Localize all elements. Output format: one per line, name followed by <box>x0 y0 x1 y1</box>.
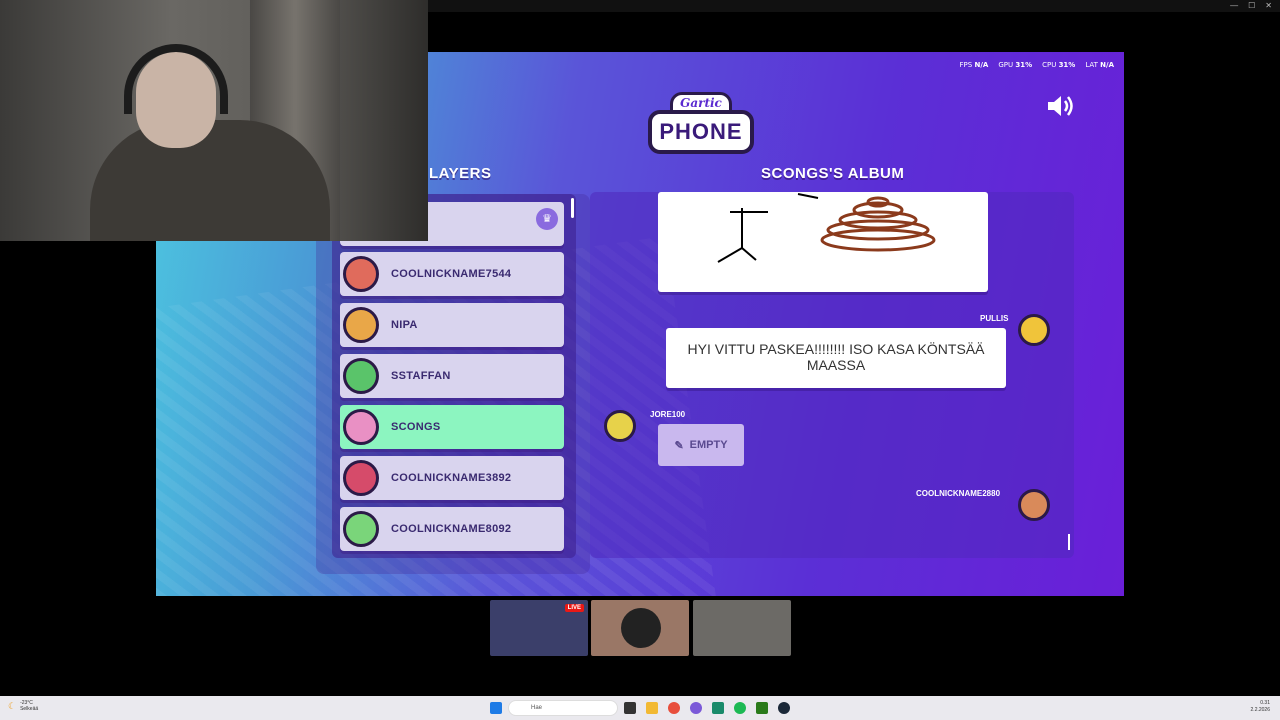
album-panel[interactable]: PULLIS HYI VITTU PASKEA!!!!!!!! ISO KASA… <box>590 192 1074 558</box>
player-name: NIPA <box>391 319 418 331</box>
message-bubble: HYI VITTU PASKEA!!!!!!!! ISO KASA KÖNTSÄ… <box>666 328 1006 388</box>
players-list[interactable]: ♛ COOLNICKNAME7544 NIPA SSTAFFAN SCONGS COOLN… <box>332 194 576 558</box>
gartic-phone-logo: Gartic PHONE <box>648 92 754 154</box>
taskbar: ☾ -23°C Selkeää Hae 0.31 2.2.2026 <box>0 696 1280 720</box>
album-scrollbar[interactable] <box>1068 534 1070 550</box>
steam-icon[interactable] <box>778 702 790 714</box>
player-row[interactable]: COOLNICKNAME8092 <box>340 507 564 551</box>
players-scrollbar[interactable] <box>571 198 574 218</box>
spotify-icon[interactable] <box>734 702 746 714</box>
player-row[interactable]: COOLNICKNAME7544 <box>340 252 564 296</box>
chat-app-icon[interactable] <box>690 702 702 714</box>
jore-name: JORE100 <box>650 410 686 419</box>
players-heading: LAYERS <box>429 165 492 182</box>
drawing-canvas <box>658 192 988 292</box>
lat-value: N/A <box>1100 61 1114 69</box>
coolnick-avatar <box>1018 489 1050 521</box>
player-row[interactable]: COOLNICKNAME3892 <box>340 456 564 500</box>
start-icon[interactable] <box>490 702 502 714</box>
gpu-value: 31% <box>1015 61 1033 69</box>
moon-icon: ☾ <box>8 701 17 711</box>
maximize-icon[interactable]: ☐ <box>1248 0 1255 12</box>
empty-entry: ✎ EMPTY <box>658 424 744 466</box>
jore-avatar <box>604 410 636 442</box>
player-name: COOLNICKNAME3892 <box>391 472 512 484</box>
crown-icon: ♛ <box>536 208 558 230</box>
webcam-overlay <box>0 0 428 241</box>
player-row[interactable]: SSTAFFAN <box>340 354 564 398</box>
player-name: SCONGS <box>391 421 441 433</box>
fps-value: N/A <box>974 61 989 69</box>
system-tray-clock[interactable]: 0.31 2.2.2026 <box>1251 700 1270 714</box>
volume-icon[interactable] <box>1046 94 1076 118</box>
pullis-avatar <box>1018 314 1050 346</box>
player-name: COOLNICKNAME8092 <box>391 523 512 535</box>
album-heading: SCONGS'S ALBUM <box>761 165 905 182</box>
pullis-name: PULLIS <box>980 314 1009 323</box>
close-icon[interactable]: ✕ <box>1265 0 1272 12</box>
player-name: SSTAFFAN <box>391 370 451 382</box>
stream-thumbnail-1[interactable]: LIVE <box>490 600 588 656</box>
player-avatar <box>343 307 379 343</box>
player-avatar <box>343 358 379 394</box>
task-view-icon[interactable] <box>624 702 636 714</box>
stream-thumbnail-2[interactable] <box>591 600 689 656</box>
browser-icon[interactable] <box>668 702 680 714</box>
app-icon[interactable] <box>712 702 724 714</box>
performance-stats: FPS N/A GPU 31% CPU 31% LAT N/A <box>959 61 1114 69</box>
nvidia-icon[interactable] <box>756 702 768 714</box>
player-avatar <box>343 511 379 547</box>
player-avatar <box>343 256 379 292</box>
player-row[interactable]: NIPA <box>340 303 564 347</box>
screen: — ☐ ✕ FPS N/A GPU 31% CPU 31% LAT N/A Ga… <box>0 0 1280 720</box>
live-badge: LIVE <box>564 604 584 612</box>
search-input[interactable]: Hae <box>508 700 618 716</box>
cpu-value: 31% <box>1058 61 1076 69</box>
minimize-icon[interactable]: — <box>1230 0 1238 12</box>
player-name: COOLNICKNAME7544 <box>391 268 512 280</box>
stream-thumbnail-3[interactable] <box>693 600 791 656</box>
headset-icon <box>124 44 228 114</box>
coolnick-name: COOLNICKNAME2880 <box>916 489 1001 498</box>
player-avatar <box>343 409 379 445</box>
player-avatar <box>343 460 379 496</box>
weather-widget[interactable]: ☾ -23°C Selkeää <box>8 700 38 712</box>
file-explorer-icon[interactable] <box>646 702 658 714</box>
pencil-icon: ✎ <box>674 439 684 452</box>
player-row[interactable]: SCONGS <box>340 405 564 449</box>
